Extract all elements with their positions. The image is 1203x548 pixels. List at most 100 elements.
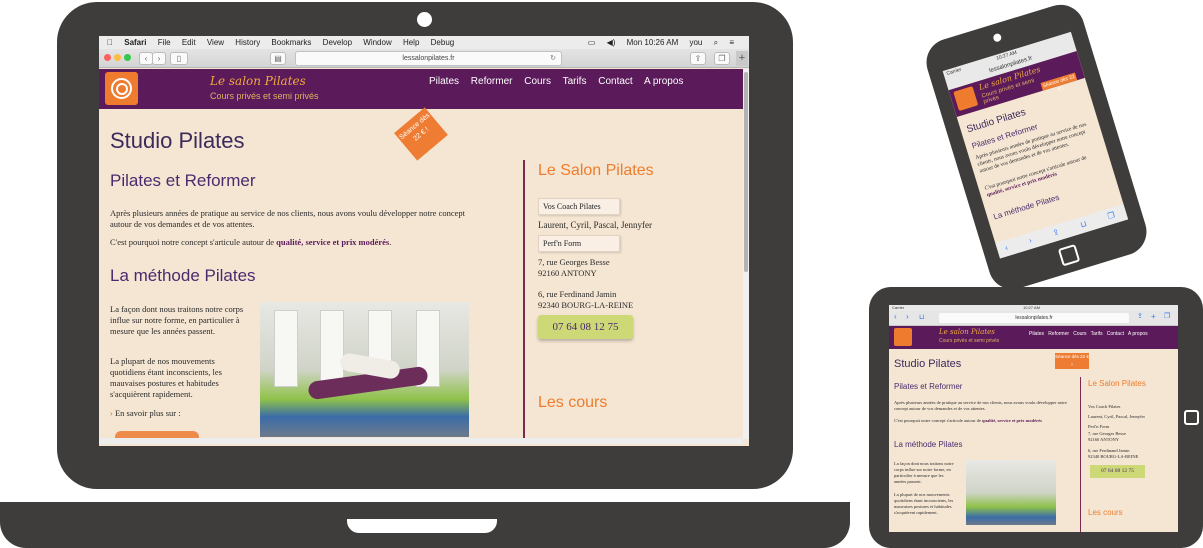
- address-bourg-city: 92340 BOURG-LA-REINE: [538, 300, 634, 310]
- menu-view[interactable]: View: [207, 36, 224, 49]
- nav-tarifs[interactable]: Tarifs: [563, 76, 587, 87]
- menu-file[interactable]: File: [158, 36, 171, 49]
- tablet-nav: Pilates Reformer Cours Tarifs Contact A …: [1029, 331, 1148, 337]
- tablet-share-icon[interactable]: ⇪: [1137, 312, 1143, 320]
- tablet-concept-text: C'est pourquoi notre concept s'articule …: [894, 418, 982, 423]
- display-icon[interactable]: ▭: [588, 36, 596, 49]
- reload-icon[interactable]: ↻: [550, 52, 556, 65]
- menu-safari[interactable]: Safari: [124, 36, 146, 49]
- sidebar-title: Le Salon Pilates: [538, 162, 654, 179]
- price-ribbon[interactable]: Séance dès 22 € !: [394, 107, 448, 161]
- menu-edit[interactable]: Edit: [182, 36, 196, 49]
- tablet-address-bar[interactable]: lessalonpilates.fr: [939, 313, 1129, 323]
- tablet-sidebar-divider: [1080, 377, 1081, 532]
- chevron-right-icon: ›: [110, 408, 113, 418]
- phone-back-icon[interactable]: ‹: [1004, 243, 1009, 252]
- phone-forward-icon[interactable]: ›: [1028, 236, 1033, 245]
- nav-apropos[interactable]: A propos: [644, 76, 683, 87]
- zoom-window-button[interactable]: [124, 54, 131, 61]
- scrollbar-thumb[interactable]: [744, 72, 748, 272]
- share-icon[interactable]: ⇪: [690, 52, 706, 65]
- tablet-add-icon[interactable]: +: [1151, 312, 1156, 321]
- tablet-nav-contact[interactable]: Contact: [1107, 331, 1124, 337]
- phone-tabs-icon[interactable]: ❐: [1106, 210, 1115, 221]
- coach-tag: Vos Coach Pilates: [538, 198, 620, 215]
- tablet-nav-tarifs[interactable]: Tarifs: [1091, 331, 1103, 337]
- safari-toolbar: ‹ › ▯ ▤ lessalonpilates.fr ↻ ⇪ ❐ +: [99, 49, 749, 68]
- forward-button[interactable]: ›: [152, 52, 166, 65]
- tablet-nav-apropos[interactable]: A propos: [1128, 331, 1148, 337]
- address-bar[interactable]: lessalonpilates.fr ↻: [295, 51, 562, 66]
- tablet-back-icon[interactable]: ‹: [894, 312, 897, 321]
- menu-help[interactable]: Help: [403, 36, 419, 49]
- section-heading-reformer: Pilates et Reformer: [110, 171, 256, 190]
- tablet-carrier: Carrier: [892, 305, 905, 310]
- phone-bookmarks-icon[interactable]: ⊔: [1079, 219, 1088, 229]
- phone-number-button[interactable]: 07 64 08 12 75: [538, 315, 633, 339]
- site-header: [99, 69, 743, 109]
- tablet-page-title: Studio Pilates: [894, 358, 962, 370]
- tablet-forward-icon[interactable]: ›: [906, 312, 909, 321]
- site-logo[interactable]: [105, 72, 138, 105]
- tablet-nav-pilates[interactable]: Pilates: [1029, 331, 1044, 337]
- learn-more-label: En savoir plus sur :: [114, 408, 181, 418]
- tablet-address-antony-city: 92160 ANTONY: [1088, 437, 1120, 442]
- tablet-methode-2: La plupart de nos mouvements quotidiens …: [894, 492, 954, 515]
- tablet-brand: Le salon Pilates: [939, 328, 995, 336]
- menu-bookmarks[interactable]: Bookmarks: [271, 36, 311, 49]
- tablet-price-ribbon[interactable]: Séance dès 22 € !: [1055, 353, 1089, 369]
- page-title: Studio Pilates: [110, 128, 245, 153]
- phone-home-button[interactable]: [1057, 243, 1081, 267]
- tablet-courses-heading: Les cours: [1088, 508, 1123, 517]
- apple-icon[interactable]: : [107, 36, 113, 49]
- tablet-logo[interactable]: [894, 328, 912, 346]
- minimize-window-button[interactable]: [114, 54, 121, 61]
- menu-history[interactable]: History: [235, 36, 260, 49]
- brand-tagline: Cours privés et semi privés: [210, 91, 319, 101]
- menu-develop[interactable]: Develop: [323, 36, 352, 49]
- list-icon[interactable]: ≡: [729, 36, 734, 49]
- tablet-tabs-icon[interactable]: ❐: [1164, 312, 1170, 320]
- search-icon[interactable]: ⌕: [714, 36, 718, 49]
- menubar-user[interactable]: you: [689, 36, 702, 49]
- tabs-icon[interactable]: ❐: [714, 52, 730, 65]
- main-nav: Pilates Reformer Cours Tarifs Contact A …: [429, 76, 692, 87]
- tablet-phone-button[interactable]: 07 64 08 12 75: [1090, 465, 1145, 478]
- tablet-address-bourg-city: 92340 BOURG-LA-REINE: [1088, 454, 1139, 459]
- tablet-frame: Carrier 10:27 AM ‹ › ⊔ lessalonpilates.f…: [869, 287, 1203, 548]
- tablet-nav-reformer[interactable]: Reformer: [1048, 331, 1069, 337]
- nav-cours[interactable]: Cours: [524, 76, 551, 87]
- nav-contact[interactable]: Contact: [598, 76, 632, 87]
- learn-more[interactable]: › En savoir plus sur :: [110, 408, 181, 419]
- tablet-home-button[interactable]: [1184, 410, 1199, 425]
- mac-menubar:  Safari File Edit View History Bookmark…: [99, 36, 749, 49]
- new-tab-button[interactable]: +: [736, 51, 748, 66]
- address-antony-street: 7, rue Georges Besse: [538, 257, 610, 267]
- brand-name[interactable]: Le salon Pilates: [210, 74, 306, 88]
- reader-icon[interactable]: ▤: [270, 52, 286, 65]
- tablet-intro: Après plusieurs années de pratique au se…: [894, 400, 1067, 411]
- laptop-screen:  Safari File Edit View History Bookmark…: [99, 36, 749, 446]
- photo-window: [320, 310, 344, 387]
- menu-window[interactable]: Window: [363, 36, 391, 49]
- nav-pilates[interactable]: Pilates: [429, 76, 459, 87]
- tablet-pilates-photo: [966, 460, 1056, 525]
- nav-reformer[interactable]: Reformer: [471, 76, 513, 87]
- sidebar-icon[interactable]: ▯: [170, 52, 188, 65]
- url-text: lessalonpilates.fr: [402, 55, 455, 62]
- phone-share-icon[interactable]: ⇪: [1052, 227, 1061, 238]
- tablet-bookmarks-icon[interactable]: ⊔: [919, 313, 924, 321]
- phone-methode-heading: La méthode Pilates: [992, 192, 1061, 222]
- menubar-clock[interactable]: Mon 10:26 AM: [627, 36, 679, 49]
- menu-debug[interactable]: Debug: [431, 36, 455, 49]
- section-heading-methode: La méthode Pilates: [110, 266, 256, 285]
- address-antony-city: 92160 ANTONY: [538, 268, 597, 278]
- laptop-notch: [347, 519, 497, 533]
- tablet-methode-1: La façon dont nous traitons notre corps …: [894, 461, 954, 484]
- methode-paragraph-2: La plupart de nos mouvements quotidiens …: [110, 356, 222, 399]
- back-button[interactable]: ‹: [139, 52, 153, 65]
- tablet-nav-cours[interactable]: Cours: [1073, 331, 1086, 337]
- volume-icon[interactable]: ◀): [607, 36, 616, 49]
- close-window-button[interactable]: [104, 54, 111, 61]
- horizontal-scrollbar[interactable]: [99, 438, 743, 444]
